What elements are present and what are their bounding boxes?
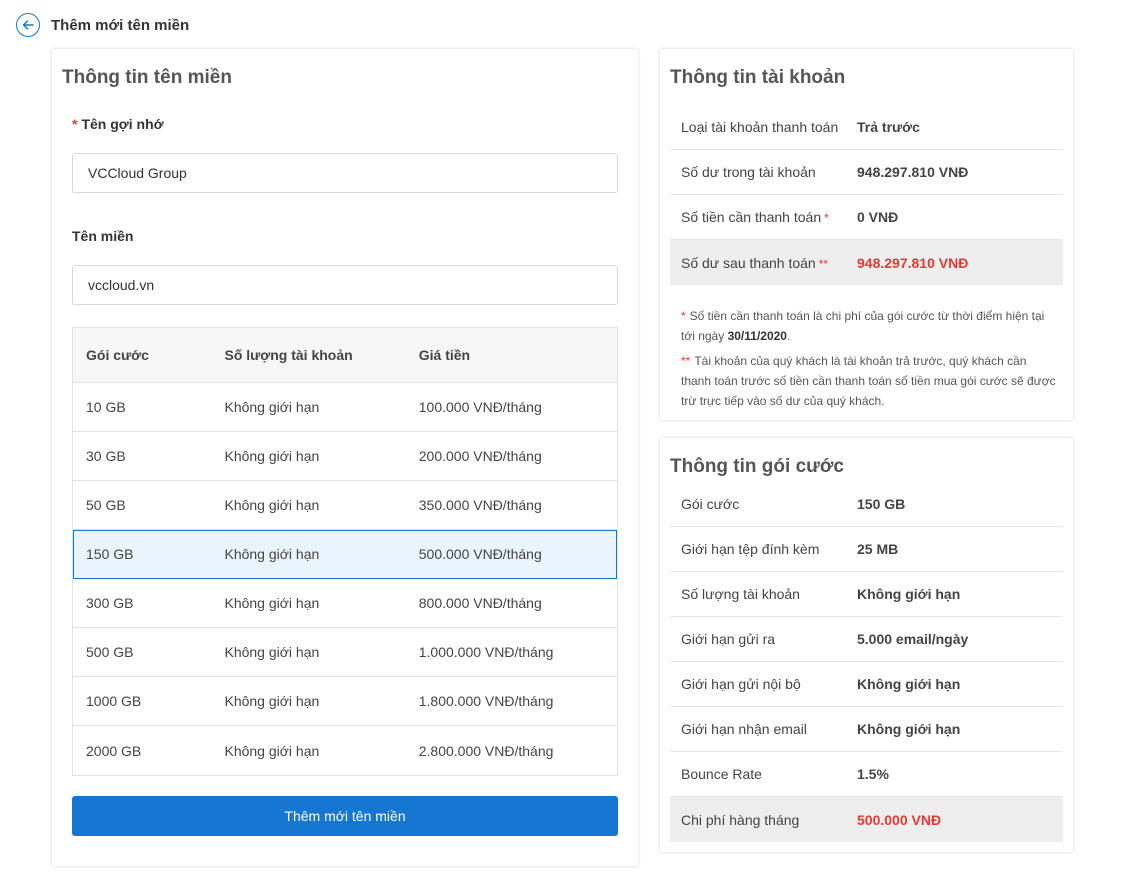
info-row: Loại tài khoản thanh toán Trả trước <box>670 105 1063 150</box>
price-cell: 350.000 VNĐ/tháng <box>418 497 542 513</box>
plan-info-list: Gói cước 150 GB Giới hạn tệp đính kèm 25… <box>670 482 1063 842</box>
alias-label: * Tên gợi nhớ <box>72 116 164 132</box>
info-row: Giới hạn gửi ra 5.000 email/ngày <box>670 617 1063 662</box>
table-row[interactable]: 30 GB Không giới hạn 200.000 VNĐ/tháng <box>73 432 617 481</box>
accounts-cell: Không giới hạn <box>224 693 320 709</box>
note-2: ** Tài khoản của quý khách là tài khoản t… <box>681 354 1056 408</box>
plan-info-card: Thông tin gói cước Gói cước 150 GB Giới … <box>660 438 1073 852</box>
table-row[interactable]: 2000 GB Không giới hạn 2.800.000 VNĐ/thá… <box>73 726 617 775</box>
alias-label-text: Tên gợi nhớ <box>81 116 164 132</box>
info-row: Số lượng tài khoản Không giới hạn <box>670 572 1063 617</box>
info-label: Bounce Rate <box>681 766 762 782</box>
header-accounts: Số lượng tài khoản <box>224 347 353 363</box>
price-cell: 2.800.000 VNĐ/tháng <box>418 742 554 759</box>
info-value: 500.000 VNĐ <box>857 811 942 828</box>
back-button[interactable] <box>16 13 40 37</box>
plan-table: Gói cước Số lượng tài khoản Giá tiền 10 … <box>72 327 618 776</box>
accounts-cell: Không giới hạn <box>224 399 320 415</box>
info-value: 948.297.810 VNĐ <box>857 164 969 180</box>
table-row[interactable]: 300 GB Không giới hạn 800.000 VNĐ/tháng <box>73 579 617 628</box>
price-cell: 1.000.000 VNĐ/tháng <box>418 644 554 660</box>
info-row-highlight: Chi phí hàng tháng 500.000 VNĐ <box>670 797 1063 842</box>
plan-table-header: Gói cước Số lượng tài khoản Giá tiền <box>73 328 617 383</box>
account-notes: * Số tiền cần thanh toán là chi phí của g… <box>681 306 1056 416</box>
accounts-cell: Không giới hạn <box>224 595 320 611</box>
info-value: Không giới hạn <box>857 586 961 602</box>
price-cell: 800.000 VNĐ/tháng <box>418 595 542 611</box>
info-row: Gói cước 150 GB <box>670 482 1063 527</box>
plan-card-title: Thông tin gói cước <box>670 456 844 477</box>
arrow-left-icon <box>22 20 34 30</box>
account-card-title: Thông tin tài khoản <box>670 67 846 88</box>
account-info-list: Loại tài khoản thanh toán Trả trước Số d… <box>670 105 1063 285</box>
info-row: Số dư trong tài khoản 948.297.810 VNĐ <box>670 150 1063 195</box>
info-value: 150 GB <box>857 496 906 512</box>
info-row: Bounce Rate 1.5% <box>670 752 1063 797</box>
plan-cell: 30 GB <box>86 448 126 464</box>
accounts-cell: Không giới hạn <box>224 497 320 513</box>
price-cell: 200.000 VNĐ/tháng <box>418 448 542 464</box>
info-label: Số lượng tài khoản <box>681 586 800 602</box>
page-title: Thêm mới tên miền <box>51 16 190 34</box>
info-label: Số dư sau thanh toán ** <box>681 254 829 271</box>
plan-cell: 300 GB <box>86 595 134 611</box>
info-label: Giới hạn tệp đính kèm <box>681 541 820 557</box>
info-label: Loại tài khoản thanh toán <box>681 119 839 135</box>
info-value: 1.5% <box>857 766 889 782</box>
table-row[interactable]: 500 GB Không giới hạn 1.000.000 VNĐ/thán… <box>73 628 617 677</box>
info-label: Gói cước <box>681 496 740 512</box>
info-row: Giới hạn nhận email Không giới hạn <box>670 707 1063 752</box>
info-row: Giới hạn tệp đính kèm 25 MB <box>670 527 1063 572</box>
plan-cell: 150 GB <box>86 546 134 562</box>
required-mark: * <box>72 116 78 132</box>
info-value: Không giới hạn <box>857 721 961 737</box>
info-value: Không giới hạn <box>857 676 961 692</box>
header-plan: Gói cước <box>86 347 149 363</box>
info-value: Trả trước <box>857 119 920 135</box>
plan-cell: 2000 GB <box>86 742 142 759</box>
info-label: Giới hạn gửi nội bộ <box>681 676 801 692</box>
info-label: Số tiền cần thanh toán * <box>681 209 829 225</box>
required-mark: ** <box>818 256 829 271</box>
table-row[interactable]: 10 GB Không giới hạn 100.000 VNĐ/tháng <box>73 383 617 432</box>
table-row[interactable]: 50 GB Không giới hạn 350.000 VNĐ/tháng <box>73 481 617 530</box>
page-header: Thêm mới tên miền <box>16 12 189 38</box>
domain-card-title: Thông tin tên miền <box>62 67 232 88</box>
info-row: Số tiền cần thanh toán * 0 VNĐ <box>670 195 1063 240</box>
accounts-cell: Không giới hạn <box>224 448 320 464</box>
plan-cell: 1000 GB <box>86 693 142 709</box>
plan-cell: 50 GB <box>86 497 126 513</box>
alias-input[interactable] <box>72 153 618 193</box>
plan-cell: 500 GB <box>86 644 134 660</box>
header-price: Giá tiền <box>418 347 471 363</box>
info-row: Giới hạn gửi nội bộ Không giới hạn <box>670 662 1063 707</box>
info-label: Giới hạn nhận email <box>681 721 807 737</box>
accounts-cell: Không giới hạn <box>224 742 320 759</box>
accounts-cell: Không giới hạn <box>224 644 320 660</box>
accounts-cell: Không giới hạn <box>224 546 320 562</box>
info-row-highlight: Số dư sau thanh toán ** 948.297.810 VNĐ <box>670 240 1063 285</box>
price-cell: 1.800.000 VNĐ/tháng <box>418 693 554 709</box>
domain-input[interactable] <box>72 265 618 305</box>
required-mark: * <box>824 211 829 225</box>
price-cell: 500.000 VNĐ/tháng <box>418 546 542 562</box>
info-value: 948.297.810 VNĐ <box>857 254 969 271</box>
domain-label: Tên miền <box>72 228 134 244</box>
price-cell: 100.000 VNĐ/tháng <box>418 399 542 415</box>
add-domain-button[interactable]: Thêm mới tên miền <box>72 796 618 836</box>
info-value: 5.000 email/ngày <box>857 631 969 647</box>
info-value: 25 MB <box>857 541 899 557</box>
info-value: 0 VNĐ <box>857 209 899 225</box>
account-info-card: Thông tin tài khoản Loại tài khoản thanh… <box>660 49 1073 420</box>
table-row[interactable]: 1000 GB Không giới hạn 1.800.000 VNĐ/thá… <box>73 677 617 726</box>
info-label: Chi phí hàng tháng <box>681 811 800 828</box>
info-label: Giới hạn gửi ra <box>681 631 776 647</box>
domain-info-card: Thông tin tên miền *Tên gợi nhớ Tên miền… <box>52 49 638 866</box>
info-label: Số dư trong tài khoản <box>681 164 816 180</box>
plan-cell: 10 GB <box>86 399 126 415</box>
note-1: * Số tiền cần thanh toán là chi phí của g… <box>681 309 1045 343</box>
table-row-selected[interactable]: 150 GB Không giới hạn 500.000 VNĐ/tháng <box>73 530 617 579</box>
